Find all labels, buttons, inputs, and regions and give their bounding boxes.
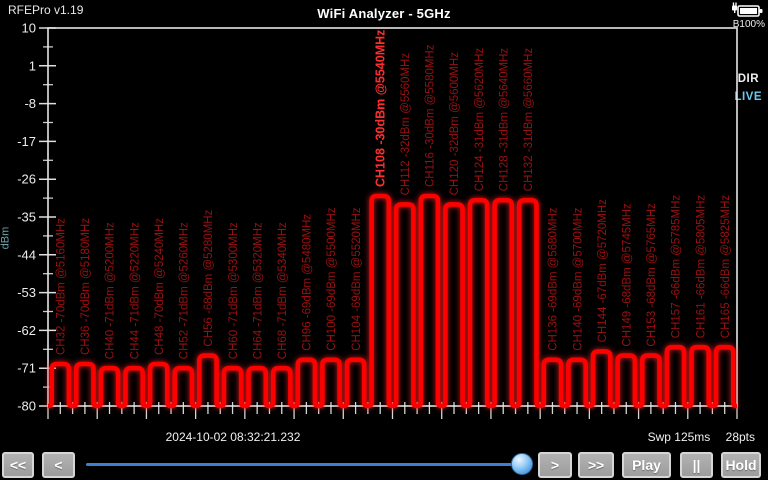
y-tick-label: -35 bbox=[17, 210, 36, 225]
channel-labels: CH32 -70dBm @5160MHz CH36 -70dBm @5180MHz… bbox=[56, 30, 732, 360]
y-tick-label: -71 bbox=[17, 361, 36, 376]
channel-label: CH112 -32dBm @5560MHz bbox=[400, 53, 412, 196]
channel-label: CH96 -69dBm @5480MHz bbox=[302, 214, 314, 351]
y-tick-label: -26 bbox=[17, 172, 36, 187]
channel-label: CH104 -69dBm @5520MHz bbox=[351, 207, 363, 351]
channel-label: CH136 -69dBm @5680MHz bbox=[548, 207, 560, 351]
spectrum-trace bbox=[48, 196, 737, 406]
channel-label: CH100 -69dBm @5500MHz bbox=[326, 207, 338, 351]
y-tick-label: -80 bbox=[17, 399, 36, 414]
channel-label: CH149 -68dBm @5745MHz bbox=[622, 203, 634, 347]
y-tick-label: -17 bbox=[17, 134, 36, 149]
play-button[interactable]: Play bbox=[622, 452, 671, 478]
y-tick-label: -8 bbox=[24, 96, 36, 111]
fast-forward-button[interactable]: >> bbox=[578, 452, 614, 478]
y-tick-label: 10 bbox=[22, 21, 36, 36]
channel-label: CH52 -71dBm @5260MHz bbox=[179, 222, 191, 359]
hold-button[interactable]: Hold bbox=[721, 452, 761, 478]
channel-label: CH48 -70dBm @5240MHz bbox=[154, 218, 166, 355]
timeline-slider-track[interactable] bbox=[86, 463, 527, 466]
channel-label: CH32 -70dBm @5160MHz bbox=[56, 218, 68, 355]
channel-label: CH40 -71dBm @5200MHz bbox=[105, 222, 117, 359]
channel-label: CH128 -31dBm @5640MHz bbox=[498, 48, 510, 192]
rewind-button[interactable]: << bbox=[2, 452, 34, 478]
channel-label: CH132 -31dBm @5660MHz bbox=[523, 48, 535, 192]
sweep-time: Swp 125ms bbox=[648, 430, 711, 444]
y-tick-label: 1 bbox=[29, 58, 36, 73]
step-back-button[interactable]: < bbox=[42, 452, 75, 478]
plot-border bbox=[48, 28, 737, 406]
channel-label: CH68 -71dBm @5340MHz bbox=[277, 222, 289, 359]
channel-label: CH165 -66dBm @5825MHz bbox=[720, 195, 732, 339]
step-forward-button[interactable]: > bbox=[538, 452, 572, 478]
channel-label: CH157 -66dBm @5785MHz bbox=[671, 195, 683, 339]
channel-label: CH153 -68dBm @5765MHz bbox=[646, 203, 658, 347]
channel-label: CH60 -71dBm @5300MHz bbox=[228, 222, 240, 359]
y-tick-label: -53 bbox=[17, 285, 36, 300]
channel-label: CH56 -68dBm @5280MHz bbox=[203, 209, 215, 346]
channel-label: CH64 -71dBm @5320MHz bbox=[252, 222, 264, 359]
channel-label: CH44 -71dBm @5220MHz bbox=[129, 222, 141, 359]
y-tick-label: -62 bbox=[17, 323, 36, 338]
channel-label: CH116 -30dBm @5580MHz bbox=[425, 44, 437, 187]
channel-label: CH124 -31dBm @5620MHz bbox=[474, 48, 486, 192]
pause-button[interactable]: || bbox=[680, 452, 713, 478]
channel-label: CH120 -32dBm @5600MHz bbox=[449, 52, 461, 196]
sweep-info: Swp 125ms 28pts bbox=[636, 430, 755, 444]
sweep-points: 28pts bbox=[726, 430, 755, 444]
channel-label: CH36 -70dBm @5180MHz bbox=[80, 218, 92, 355]
channel-label: CH144 -67dBm @5720MHz bbox=[597, 199, 609, 343]
spectrum-chart: 10 1 -8 -17 -26 -35 -44 -53 -62 -71 -80 CH32 -70dBm… bbox=[0, 0, 768, 448]
channel-label: CH140 -69dBm @5700MHz bbox=[572, 207, 584, 351]
timestamp: 2024-10-02 08:32:21.232 bbox=[48, 430, 418, 444]
y-tick-label: -44 bbox=[17, 247, 36, 262]
channel-label: CH108 -30dBm @5540MHz bbox=[373, 30, 387, 187]
timeline-slider-handle[interactable] bbox=[511, 453, 533, 475]
channel-label: CH161 -66dBm @5805MHz bbox=[695, 195, 707, 339]
